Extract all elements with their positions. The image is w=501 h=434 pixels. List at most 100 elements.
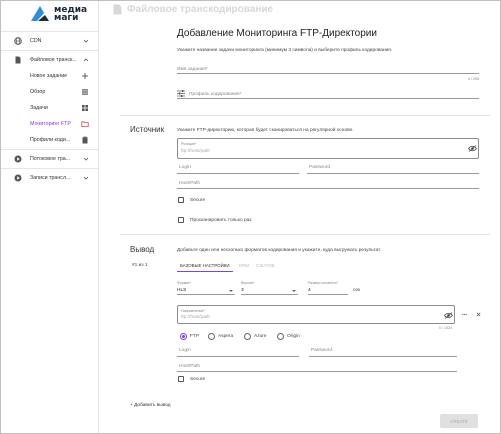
source-secure-checkbox[interactable] (178, 197, 184, 203)
sidebar-item-label: Потоковое тра... (30, 156, 71, 162)
sidebar-item-ftp-monitoring[interactable]: Мониторинг FTP (1, 116, 98, 132)
sidebar-item-label: Записи трансл... (30, 175, 71, 181)
version-label: Версия* (241, 281, 255, 285)
source-path-input[interactable]: Розиция* ftp://host/path (177, 138, 479, 159)
sidebar-item-label: Обзор (30, 89, 46, 95)
protocol-label: Aspera (218, 334, 234, 339)
form-title: Добавление Мониторинга FTP-Директории (177, 28, 377, 39)
tab-drm[interactable]: DRM (239, 263, 249, 268)
task-name-counter: 0 / 255 (468, 77, 479, 81)
segment-size-label: Размер сегмента* (308, 281, 338, 285)
source-password-input[interactable]: Password (307, 161, 479, 174)
format-select[interactable]: Формат* HLS (177, 281, 235, 295)
sidebar-item-label: Файловое транск... (30, 57, 77, 63)
chevron-down-icon (83, 39, 89, 43)
encoding-profile-select[interactable]: Профиль кодирования* (177, 87, 479, 99)
output-secure-label: Secure (190, 377, 206, 382)
source-path-label: Розиция* (181, 142, 197, 146)
source-path-placeholder: ftp://host/path (181, 149, 211, 154)
protocol-label: FTP (190, 334, 200, 339)
active-tab-indicator (177, 271, 233, 272)
source-login-input[interactable]: Login (177, 161, 299, 174)
sliders-icon (177, 90, 185, 97)
output-login-input[interactable]: Login (177, 344, 299, 357)
protocol-radio-azure[interactable] (244, 333, 251, 340)
play-circle-icon (14, 174, 22, 182)
close-icon[interactable] (476, 312, 481, 317)
sidebar-item-stream-recordings[interactable]: Записи трансл... (1, 170, 98, 186)
protocol-radio-ftp[interactable] (180, 333, 187, 340)
sidebar-item-encoding-profiles[interactable]: Профили коди... (1, 132, 98, 148)
sidebar-nav: CDN Файловое транск... Новое задание Обз… (1, 30, 98, 186)
sidebar-item-label: Профили коди... (30, 137, 71, 143)
sidebar-item-file-transcoding[interactable]: Файловое транск... (1, 52, 98, 68)
section-divider (120, 234, 490, 235)
form-intro: Укажите название задачи мониторинга (мин… (177, 48, 393, 53)
protocol-label: Azure (254, 334, 267, 339)
source-section-title: Источник (130, 125, 165, 134)
task-name-field[interactable]: Имя задания* (177, 62, 479, 74)
play-circle-icon (14, 155, 22, 163)
version-select[interactable]: Версия* 3 (241, 281, 298, 295)
protocol-radio-aspera[interactable] (208, 333, 215, 340)
output-hint: Добавьте один или несколько форматов код… (177, 248, 382, 253)
scan-once-checkbox[interactable] (178, 217, 184, 223)
create-button[interactable]: CREATE (440, 414, 478, 428)
destination-input[interactable]: Направление* ftp://host/path (177, 305, 455, 324)
sidebar-item-cdn[interactable]: CDN (1, 33, 98, 49)
source-login-placeholder: Login (179, 165, 191, 170)
sidebar-item-overview[interactable]: Обзор (1, 84, 98, 100)
nav-divider (1, 168, 98, 169)
list-icon (82, 89, 88, 95)
plus-icon (82, 73, 88, 79)
chevron-up-icon (83, 58, 89, 62)
protocol-radio-origin[interactable] (277, 333, 284, 340)
segment-size-value: 4 (308, 288, 311, 293)
nav-divider (1, 50, 98, 51)
output-counter: #1 из 1 (132, 263, 148, 268)
output-password-placeholder: Password (311, 348, 333, 353)
brand-logo[interactable]: медиа маги (29, 3, 87, 25)
eye-off-icon[interactable] (444, 312, 453, 319)
sidebar-item-new-task[interactable]: Новое задание (1, 68, 98, 84)
format-label: Формат* (177, 281, 192, 285)
dropdown-arrow-icon (229, 290, 233, 292)
output-section-title: Вывод (130, 245, 155, 254)
output-secure-checkbox[interactable] (178, 376, 184, 382)
sidebar-item-live-transcoding[interactable]: Потоковое тра... (1, 151, 98, 167)
eye-off-icon[interactable] (468, 145, 477, 152)
brand-wordmark: медиа маги (54, 5, 88, 23)
destination-counter: 0 / 1024 (439, 326, 452, 330)
output-login-placeholder: Login (179, 348, 191, 353)
sidebar: медиа маги CDN Файловое транск... Новое … (1, 1, 99, 433)
globe-icon (14, 37, 22, 45)
sidebar-item-tasks[interactable]: Задачи (1, 100, 98, 116)
main-content: Добавление Мониторинга FTP-Директории Ук… (100, 1, 500, 433)
format-value: HLS (177, 288, 187, 293)
folder-icon (81, 121, 89, 127)
sidebar-item-label: Новое задание (30, 73, 68, 79)
tab-basic-settings[interactable]: БАЗОВЫЕ НАСТРОЙКИ (180, 263, 229, 268)
grid-icon (82, 105, 88, 111)
scan-once-label: Просканировать только раз (190, 218, 252, 223)
sidebar-item-label: Мониторинг FTP (30, 121, 71, 127)
dropdown-arrow-icon (292, 290, 296, 292)
encoding-profile-placeholder: Профиль кодирования* (189, 92, 242, 97)
output-hostpath-input[interactable]: Host/Path (177, 360, 457, 372)
segment-unit: сек (353, 288, 361, 293)
nav-divider (1, 149, 98, 150)
more-icon[interactable] (462, 313, 467, 316)
task-name-placeholder: Имя задания* (177, 67, 208, 72)
protocol-label: Origin (287, 334, 300, 339)
source-secure-label: Secure (190, 198, 206, 203)
sidebar-item-label: CDN (30, 38, 42, 44)
source-hostpath-placeholder: Host/Path (179, 181, 201, 186)
source-hostpath-input[interactable]: Host/Path (177, 178, 479, 189)
tab-compression[interactable]: СЖАТИЕ (256, 263, 275, 268)
segment-size-input[interactable]: Размер сегмента* 4 (308, 281, 348, 295)
clipboard-icon (82, 136, 88, 144)
add-output-button[interactable]: + Добавить вывод (130, 403, 171, 408)
output-password-input[interactable]: Password (309, 344, 457, 357)
section-divider (120, 115, 490, 116)
nav-divider (1, 31, 98, 32)
